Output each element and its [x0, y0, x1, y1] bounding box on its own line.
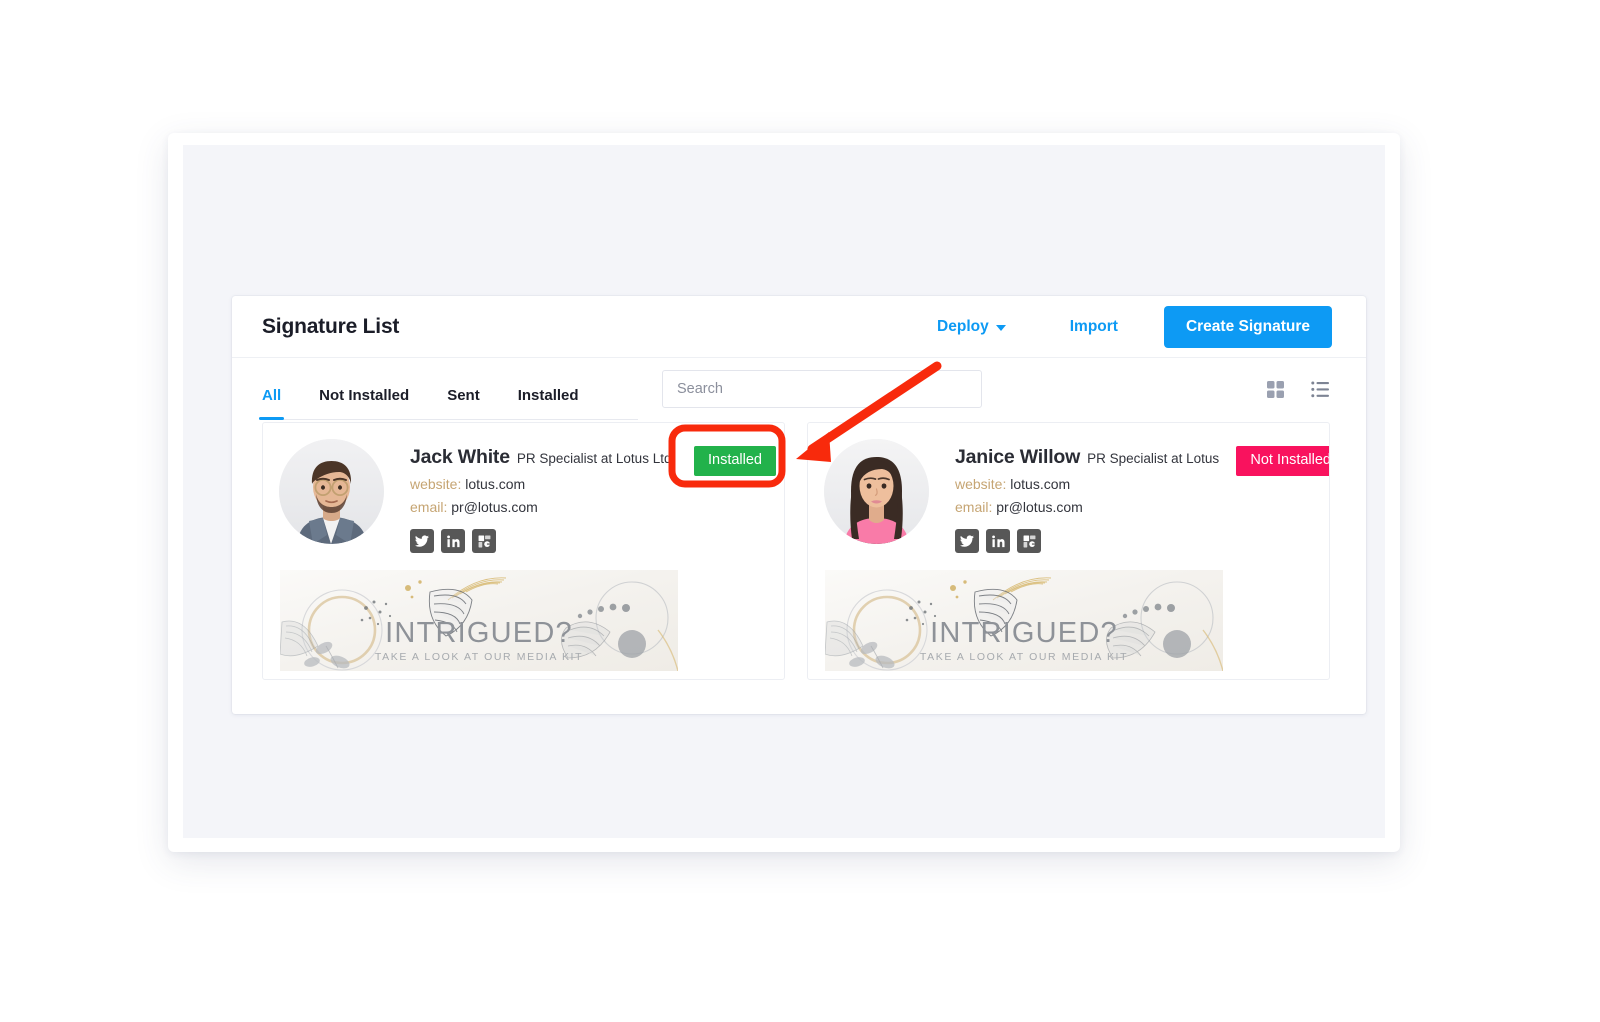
signature-content: Jack White PR Specialist at Lotus Ltd. w…: [263, 423, 784, 553]
email-label: email:: [955, 499, 993, 515]
signature-role: PR Specialist at Lotus Ltd.: [516, 451, 676, 466]
svg-text:INTRIGUED?: INTRIGUED?: [930, 617, 1118, 649]
avatar: [824, 439, 929, 544]
linkedin-icon[interactable]: [441, 529, 465, 553]
tabs: All Not Installed Sent Installed: [258, 358, 638, 420]
signature-email-line: email: pr@lotus.com: [955, 499, 1329, 515]
website-value: lotus.com: [1010, 476, 1071, 492]
search-wrapper: [662, 370, 982, 408]
social-links: [955, 529, 1329, 553]
signature-content: Janice Willow PR Specialist at Lotus web…: [808, 423, 1329, 553]
tab-installed[interactable]: Installed: [518, 387, 579, 419]
website-label: website:: [955, 476, 1007, 492]
google-business-icon[interactable]: [1017, 529, 1041, 553]
tab-bar: All Not Installed Sent Installed: [232, 358, 1366, 420]
website-label: website:: [410, 476, 462, 492]
google-business-icon[interactable]: [472, 529, 496, 553]
grid-view-button[interactable]: [1264, 378, 1287, 401]
page-title: Signature List: [262, 314, 400, 338]
svg-text:TAKE A LOOK AT OUR MEDIA KIT: TAKE A LOOK AT OUR MEDIA KIT: [920, 651, 1128, 663]
status-badge: Installed: [693, 446, 776, 476]
view-toggle-group: [1264, 378, 1332, 401]
avatar: [279, 439, 384, 544]
signature-email-line: email: pr@lotus.com: [410, 499, 784, 515]
app-window: Signature List Deploy Import Create Sign…: [168, 133, 1400, 852]
social-links: [410, 529, 784, 553]
tab-all[interactable]: All: [258, 387, 285, 420]
svg-text:INTRIGUED?: INTRIGUED?: [385, 617, 573, 649]
signature-banner: INTRIGUED? TAKE A LOOK AT OUR MEDIA KIT: [825, 570, 1223, 671]
linkedin-icon[interactable]: [986, 529, 1010, 553]
signature-list-panel: Signature List Deploy Import Create Sign…: [232, 296, 1366, 714]
status-badge: Not Installed: [1236, 446, 1329, 476]
import-label: Import: [1069, 317, 1118, 335]
grid-icon: [1266, 380, 1285, 402]
signature-role: PR Specialist at Lotus: [1087, 451, 1220, 466]
email-value: pr@lotus.com: [996, 499, 1083, 515]
twitter-icon[interactable]: [410, 529, 434, 553]
tab-not-installed[interactable]: Not Installed: [319, 387, 409, 419]
create-signature-button[interactable]: Create Signature: [1163, 305, 1332, 348]
app-canvas: Signature List Deploy Import Create Sign…: [183, 145, 1385, 838]
signature-card-list: Jack White PR Specialist at Lotus Ltd. w…: [232, 422, 1366, 680]
signature-card[interactable]: Janice Willow PR Specialist at Lotus web…: [807, 422, 1330, 680]
twitter-icon[interactable]: [955, 529, 979, 553]
list-icon: [1311, 381, 1330, 402]
list-view-button[interactable]: [1309, 378, 1332, 401]
website-value: lotus.com: [465, 476, 526, 492]
panel-header: Signature List Deploy Import Create Sign…: [232, 296, 1366, 358]
svg-text:TAKE A LOOK AT OUR MEDIA KIT: TAKE A LOOK AT OUR MEDIA KIT: [375, 651, 583, 663]
import-button[interactable]: Import: [1068, 312, 1120, 342]
deploy-button[interactable]: Deploy: [935, 312, 1008, 342]
email-value: pr@lotus.com: [451, 499, 538, 515]
header-actions: Deploy Import Create Signature: [935, 305, 1332, 348]
signature-name: Jack White: [410, 446, 510, 468]
tab-sent[interactable]: Sent: [447, 387, 480, 419]
email-label: email:: [410, 499, 448, 515]
deploy-label: Deploy: [937, 317, 989, 335]
search-input[interactable]: [662, 370, 982, 408]
signature-name: Janice Willow: [955, 446, 1081, 468]
signature-banner: INTRIGUED? TAKE A LOOK AT OUR MEDIA KIT: [280, 570, 678, 671]
signature-website-line: website: lotus.com: [410, 476, 784, 492]
signature-card[interactable]: Jack White PR Specialist at Lotus Ltd. w…: [262, 422, 785, 680]
signature-website-line: website: lotus.com: [955, 476, 1329, 492]
chevron-down-icon: [995, 324, 1006, 331]
